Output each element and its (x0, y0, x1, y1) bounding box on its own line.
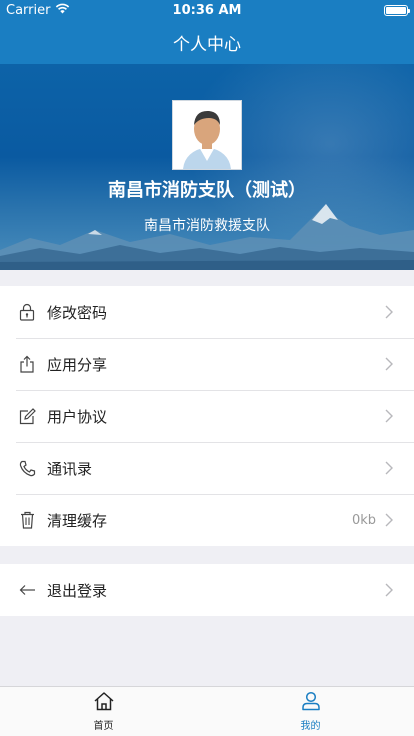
logout-label: 退出登录 (47, 581, 108, 600)
page-title: 个人中心 (173, 34, 241, 55)
tab-bar: 首页 我的 (0, 686, 414, 736)
clear-cache-label: 清理缓存 (47, 511, 108, 530)
chevron-right-icon (385, 583, 393, 597)
home-icon (93, 691, 115, 715)
profile-banner: 南昌市消防支队（测试） 南昌市消防救援支队 (0, 64, 414, 270)
chevron-right-icon (385, 461, 393, 475)
tab-mine-label: 我的 (300, 721, 321, 732)
share-app-label: 应用分享 (47, 355, 108, 374)
tab-home-label: 首页 (93, 721, 114, 732)
clear-cache-row[interactable]: 清理缓存 0kb (0, 494, 414, 546)
wifi-icon (55, 3, 70, 18)
battery-icon (384, 4, 410, 16)
chevron-right-icon (385, 513, 393, 527)
chevron-right-icon (385, 357, 393, 371)
share-app-row[interactable]: 应用分享 (0, 338, 414, 390)
organization-name: 南昌市消防支队（测试） (108, 180, 306, 201)
lock-icon (18, 303, 36, 321)
avatar[interactable] (172, 100, 242, 170)
chevron-right-icon (385, 409, 393, 423)
change-password-row[interactable]: 修改密码 (0, 286, 414, 338)
phone-icon (18, 459, 36, 477)
trash-icon (18, 511, 36, 529)
status-bar: Carrier 10:36 AM (0, 0, 414, 20)
tab-home[interactable]: 首页 (0, 687, 207, 736)
logout-row[interactable]: 退出登录 (0, 564, 414, 616)
user-agreement-row[interactable]: 用户协议 (0, 390, 414, 442)
user-icon (301, 691, 321, 715)
back-arrow-icon (18, 581, 36, 599)
share-icon (18, 355, 36, 373)
cache-size: 0kb (351, 512, 376, 528)
settings-list: 修改密码 应用分享 用户协议 通讯录 清理缓存 0kb (0, 286, 414, 546)
chevron-right-icon (385, 305, 393, 319)
tab-mine[interactable]: 我的 (207, 687, 414, 736)
contacts-row[interactable]: 通讯录 (0, 442, 414, 494)
logout-section: 退出登录 (0, 564, 414, 616)
edit-icon (18, 407, 36, 425)
change-password-label: 修改密码 (47, 303, 108, 322)
department-name: 南昌市消防救援支队 (144, 218, 270, 234)
user-agreement-label: 用户协议 (47, 407, 108, 426)
nav-bar: 个人中心 (0, 20, 414, 64)
contacts-label: 通讯录 (47, 459, 93, 478)
carrier-label: Carrier (6, 2, 51, 18)
